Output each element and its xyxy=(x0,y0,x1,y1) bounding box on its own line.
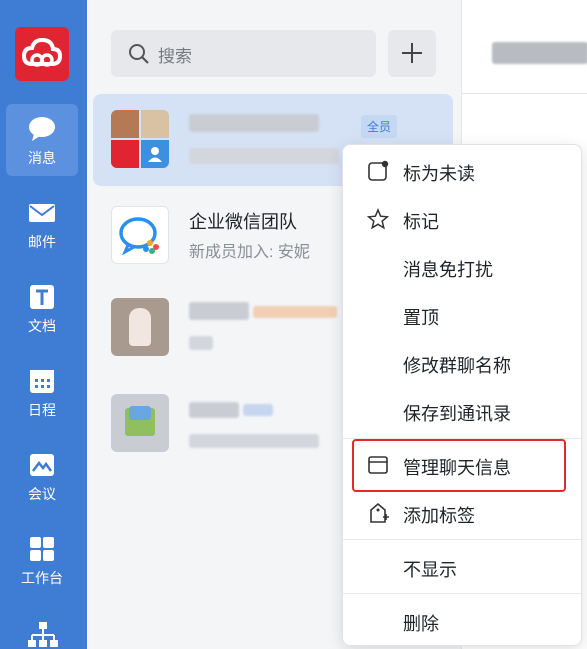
menu-item-mark-unread[interactable]: 标为未读 xyxy=(343,149,583,193)
search-placeholder: 搜索 xyxy=(158,47,192,66)
nav-item-docs[interactable]: 文档 xyxy=(6,272,78,344)
chat-bubble-icon xyxy=(29,117,55,141)
menu-item-label: 保存到通讯录 xyxy=(403,404,511,424)
menu-item-label: 置顶 xyxy=(403,308,439,328)
meeting-icon xyxy=(30,454,54,476)
mail-icon xyxy=(29,204,55,222)
plus-icon xyxy=(402,43,422,63)
mark-unread-icon xyxy=(368,160,389,181)
nav-item-workbench[interactable]: 工作台 xyxy=(6,524,78,596)
menu-divider xyxy=(343,593,583,594)
org-chart-icon[interactable] xyxy=(27,620,59,649)
nav-label: 文档 xyxy=(28,318,56,334)
chat-header xyxy=(462,0,587,94)
menu-item-add-tag[interactable]: 添加标签 xyxy=(343,491,583,535)
menu-divider xyxy=(343,539,583,540)
menu-item-hide[interactable]: 不显示 xyxy=(343,545,583,589)
menu-item-label: 标为未读 xyxy=(403,164,475,184)
menu-item-pin[interactable]: 置顶 xyxy=(343,293,583,337)
nav-label: 邮件 xyxy=(28,234,56,250)
app-logo xyxy=(15,27,69,81)
menu-item-rename-group[interactable]: 修改群聊名称 xyxy=(343,341,583,385)
menu-item-label: 不显示 xyxy=(403,560,457,580)
nav-item-calendar[interactable]: 日程 xyxy=(6,356,78,428)
highlight-box xyxy=(352,439,566,492)
calendar-icon xyxy=(30,370,54,393)
menu-item-save-contacts[interactable]: 保存到通讯录 xyxy=(343,389,583,433)
wecom-avatar xyxy=(111,206,169,264)
nav-item-mail[interactable]: 邮件 xyxy=(6,188,78,260)
conversation-preview: 新成员加入: 安妮 xyxy=(189,244,310,261)
context-menu: 标为未读 标记 消息免打扰 置顶 修改群聊名称 保存到通讯录 管理聊天信息 添加… xyxy=(342,144,583,646)
cloud-logo-icon xyxy=(22,37,62,67)
wecom-logo-icon xyxy=(119,217,159,255)
menu-item-label: 添加标签 xyxy=(403,506,475,526)
contact-avatar xyxy=(111,394,169,452)
menu-item-flag[interactable]: 标记 xyxy=(343,197,583,241)
menu-item-label: 删除 xyxy=(403,614,439,634)
nav-label: 日程 xyxy=(28,402,56,418)
group-avatar xyxy=(111,110,169,168)
conversation-title: 企业微信团队 xyxy=(189,212,297,232)
nav-label: 消息 xyxy=(28,150,56,166)
menu-item-mute[interactable]: 消息免打扰 xyxy=(343,245,583,289)
menu-item-label: 消息免打扰 xyxy=(403,260,493,280)
star-icon xyxy=(367,208,389,230)
nav-item-meeting[interactable]: 会议 xyxy=(6,440,78,512)
document-icon xyxy=(30,285,54,309)
menu-item-label: 修改群聊名称 xyxy=(403,356,511,376)
menu-item-label: 标记 xyxy=(403,212,439,232)
grid-apps-icon xyxy=(30,537,54,561)
nav-item-messages[interactable]: 消息 xyxy=(6,104,78,176)
nav-label: 会议 xyxy=(28,486,56,502)
search-icon xyxy=(129,44,149,64)
nav-rail: 消息 邮件 文档 日程 会议 工作台 xyxy=(0,0,87,649)
add-tag-icon xyxy=(370,502,389,523)
nav-label: 工作台 xyxy=(21,570,63,586)
menu-item-delete[interactable]: 删除 xyxy=(343,599,583,643)
search-box[interactable]: 搜索 xyxy=(111,30,376,77)
all-members-badge: 全员 xyxy=(361,115,398,138)
add-button[interactable] xyxy=(388,30,436,77)
user-icon xyxy=(148,147,162,162)
contact-avatar xyxy=(111,298,169,356)
